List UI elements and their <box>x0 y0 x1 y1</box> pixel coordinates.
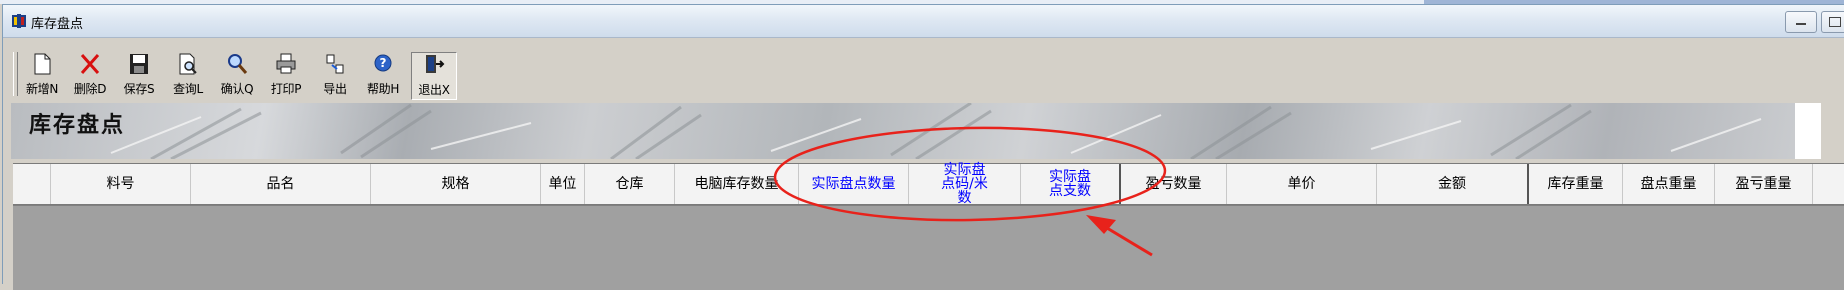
column-header-actual-count-pieces[interactable]: 实际盘点支数 <box>1021 164 1121 204</box>
toolbar-grip[interactable] <box>13 52 18 96</box>
column-header-spec[interactable]: 规格 <box>371 164 541 204</box>
print-preview-icon <box>179 53 197 75</box>
help-button-label: 帮助H <box>366 82 400 96</box>
print-button[interactable]: 打印P <box>267 52 305 98</box>
export-button[interactable]: 导出 <box>316 52 354 98</box>
help-button[interactable]: ? 帮助H <box>364 52 402 98</box>
export-icon <box>326 54 344 74</box>
exit-button[interactable]: 退出X <box>411 52 457 100</box>
confirm-button[interactable]: 确认Q <box>218 52 256 98</box>
column-header-warehouse[interactable]: 仓库 <box>585 164 675 204</box>
new-button[interactable]: 新增N <box>23 52 61 98</box>
column-header-product-name[interactable]: 品名 <box>191 164 371 204</box>
window-title: 库存盘点 <box>31 17 84 32</box>
minimize-icon[interactable] <box>1785 11 1817 33</box>
column-header-item-no[interactable]: 料号 <box>51 164 191 204</box>
delete-x-icon <box>80 54 100 74</box>
help-icon: ? <box>374 54 392 72</box>
save-button-label: 保存S <box>123 82 155 96</box>
column-header-actual-count-qty[interactable]: 实际盘点数量 <box>799 164 909 204</box>
column-header-stock-weight[interactable]: 库存重量 <box>1529 164 1623 204</box>
toolbar: 新增N 删除D 保存S 查询L 确认Q 打印P 导出 ? 帮助H 退出X <box>3 38 1844 100</box>
column-header-variance-qty[interactable]: 盈亏数量 <box>1121 164 1227 204</box>
export-button-label: 导出 <box>323 82 347 96</box>
new-document-icon <box>34 53 51 75</box>
svg-text:?: ? <box>380 56 387 70</box>
new-button-label: 新增N <box>25 82 59 96</box>
window-controls <box>1785 11 1844 33</box>
stock-count-window: 库存盘点 新增N 删除D 保存S 查询L 确认Q 打印P 导出 ? 帮助H 退出… <box>2 4 1844 290</box>
module-banner: 库存盘点 <box>11 103 1821 159</box>
app-icon <box>12 14 26 28</box>
column-header-amount[interactable]: 金额 <box>1377 164 1529 204</box>
query-button[interactable]: 查询L <box>169 52 207 98</box>
query-button-label: 查询L <box>173 82 203 96</box>
printer-icon <box>276 53 296 74</box>
print-button-label: 打印P <box>270 82 302 96</box>
banner-title: 库存盘点 <box>29 112 126 138</box>
column-header-indicator[interactable] <box>13 164 51 204</box>
column-header-actual-count-length[interactable]: 实际盘点码/米数 <box>909 163 1021 205</box>
exit-door-icon <box>426 55 445 73</box>
grid-header: 料号 品名 规格 单位 仓库 电脑库存数量 实际盘点数量 实际盘点码/米数 实际… <box>13 163 1844 205</box>
column-header-variance-weight[interactable]: 盈亏重量 <box>1715 164 1813 204</box>
grid-body[interactable] <box>13 205 1844 290</box>
exit-button-label: 退出X <box>418 83 450 97</box>
column-header-count-weight[interactable]: 盘点重量 <box>1623 164 1715 204</box>
magnifier-icon <box>228 54 248 74</box>
banner-texture <box>110 103 1762 159</box>
delete-button[interactable]: 删除D <box>71 52 109 98</box>
save-button[interactable]: 保存S <box>120 52 158 98</box>
delete-button-label: 删除D <box>73 82 107 96</box>
column-header-unit[interactable]: 单位 <box>541 164 585 204</box>
floppy-disk-icon <box>130 54 148 74</box>
column-header-unit-price[interactable]: 单价 <box>1227 164 1377 204</box>
confirm-button-label: 确认Q <box>220 82 254 96</box>
title-bar: 库存盘点 <box>3 5 1844 38</box>
column-header-system-stock-qty[interactable]: 电脑库存数量 <box>675 164 799 204</box>
restore-icon[interactable] <box>1821 11 1844 33</box>
